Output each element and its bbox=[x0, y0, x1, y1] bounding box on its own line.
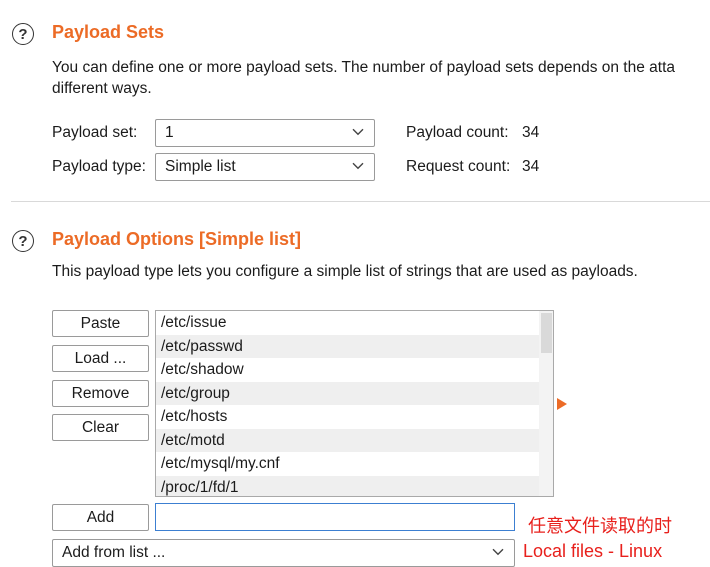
add-from-list-select[interactable]: Add from list ... bbox=[52, 539, 515, 567]
payload-set-label: Payload set: bbox=[52, 124, 138, 141]
section-divider bbox=[11, 201, 710, 202]
payload-set-value: 1 bbox=[165, 124, 174, 141]
payload-count-value: 34 bbox=[522, 124, 540, 141]
payload-count-label: Payload count: bbox=[406, 124, 509, 141]
chevron-down-icon bbox=[352, 128, 364, 136]
annotation-text: 任意文件读取的时 bbox=[528, 516, 672, 536]
list-item[interactable]: /etc/issue bbox=[156, 311, 553, 335]
clear-button[interactable]: Clear bbox=[52, 414, 149, 441]
list-item[interactable]: /etc/shadow bbox=[156, 358, 553, 382]
add-from-list-value: Add from list ... bbox=[62, 544, 166, 561]
payload-type-select[interactable]: Simple list bbox=[155, 153, 375, 181]
payload-set-select[interactable]: 1 bbox=[155, 119, 375, 147]
chevron-down-icon bbox=[492, 548, 504, 556]
help-icon[interactable]: ? bbox=[12, 23, 34, 45]
list-item[interactable]: /proc/1/fd/1 bbox=[156, 475, 553, 496]
list-item[interactable]: /etc/motd bbox=[156, 428, 553, 452]
payload-type-label: Payload type: bbox=[52, 158, 146, 175]
chevron-down-icon bbox=[352, 162, 364, 170]
add-item-input[interactable] bbox=[155, 503, 515, 531]
scrollbar-thumb[interactable] bbox=[541, 313, 552, 353]
payload-options-description: This payload type lets you configure a s… bbox=[52, 263, 638, 280]
request-count-value: 34 bbox=[522, 158, 540, 175]
paste-button[interactable]: Paste bbox=[52, 310, 149, 337]
payload-type-value: Simple list bbox=[165, 158, 236, 175]
list-item[interactable]: /etc/mysql/my.cnf bbox=[156, 452, 553, 476]
payload-sets-description-cont: different ways. bbox=[52, 80, 152, 97]
add-button[interactable]: Add bbox=[52, 504, 149, 531]
list-item[interactable]: /etc/passwd bbox=[156, 334, 553, 358]
list-scrollbar[interactable] bbox=[539, 311, 553, 496]
request-count-label: Request count: bbox=[406, 158, 511, 175]
play-arrow-icon bbox=[557, 398, 567, 410]
payload-options-title: Payload Options [Simple list] bbox=[52, 229, 302, 249]
payload-list[interactable]: /etc/issue /etc/passwd /etc/shadow /etc/… bbox=[155, 310, 554, 497]
annotation-text-2: Local files - Linux bbox=[523, 541, 663, 561]
list-item[interactable]: /etc/hosts bbox=[156, 405, 553, 429]
help-icon[interactable]: ? bbox=[12, 230, 34, 252]
list-item[interactable]: /etc/group bbox=[156, 381, 553, 405]
load-button[interactable]: Load ... bbox=[52, 345, 149, 372]
payload-sets-description: You can define one or more payload sets.… bbox=[52, 59, 676, 76]
remove-button[interactable]: Remove bbox=[52, 380, 149, 407]
payload-sets-title: Payload Sets bbox=[52, 22, 165, 42]
